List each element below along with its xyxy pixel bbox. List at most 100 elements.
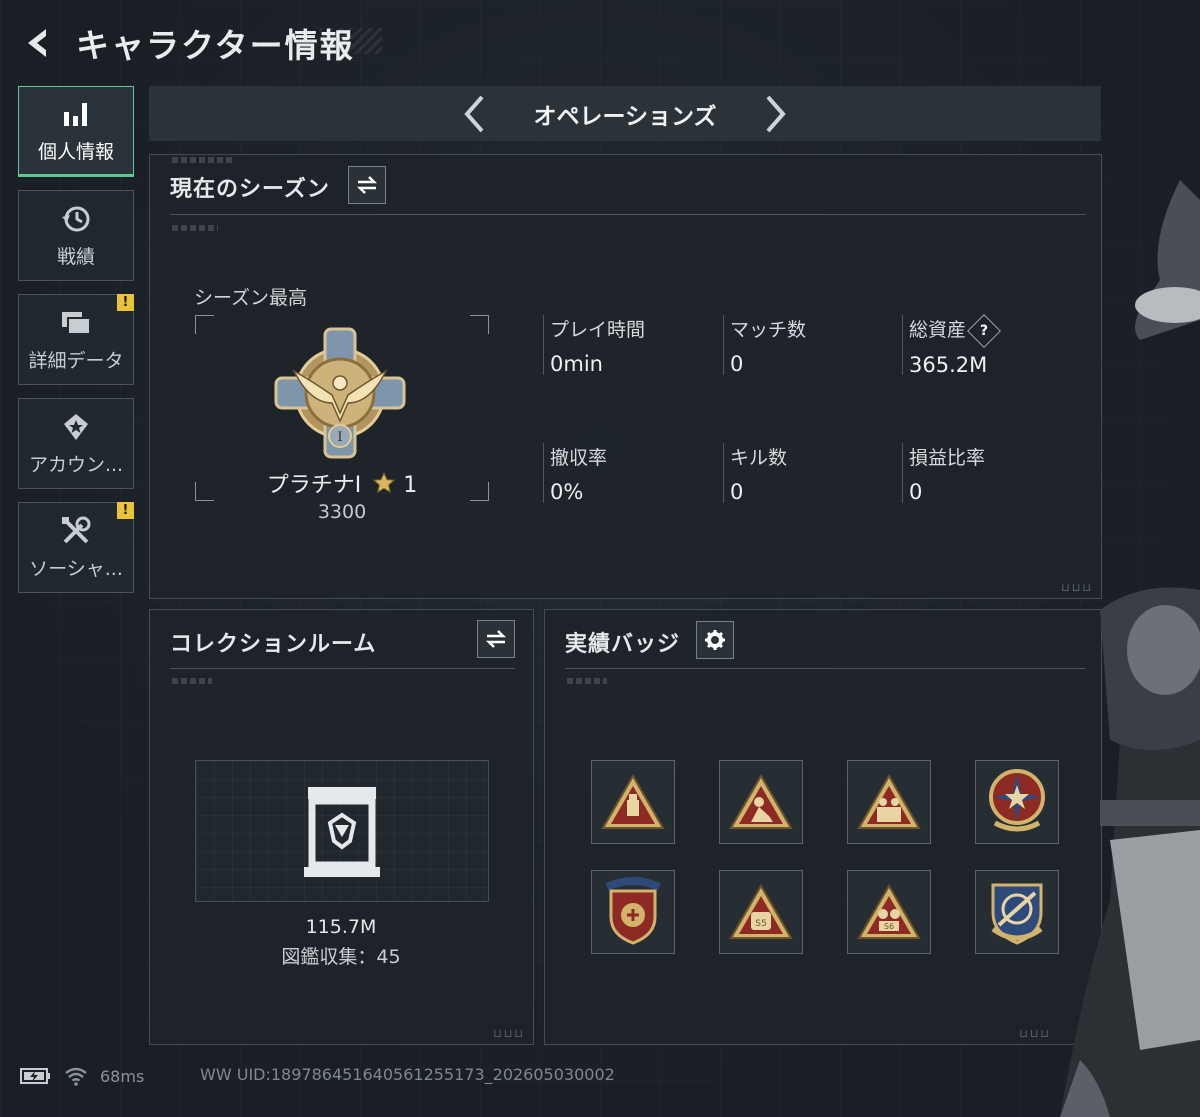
gold-star-icon <box>373 471 396 494</box>
wifi-icon <box>65 1067 87 1086</box>
stat-label: プレイ時間 <box>550 319 646 341</box>
collection-panel: コレクションルーム 115.7M 図鑑収集：45 ⊔⊔⊔ <box>149 609 534 1045</box>
swap-arrows-icon <box>356 176 378 194</box>
history-clock-icon <box>59 202 93 236</box>
divider <box>565 668 1085 669</box>
soldiers-triangle-badge-icon <box>857 773 921 829</box>
stat-matches: マッチ数 0 <box>723 315 807 376</box>
season-best-label: シーズン最高 <box>194 287 308 309</box>
rank-numeral: I <box>337 430 342 445</box>
panel-corner-mark: ⊔⊔⊔ <box>493 1027 525 1040</box>
stat-value: 0min <box>550 352 603 376</box>
ping-text: 68ms <box>100 1066 145 1086</box>
mortar-triangle-badge-icon <box>729 773 793 829</box>
stars-shield-badge-icon <box>605 877 661 945</box>
alert-badge: ! <box>117 502 134 519</box>
sidebar-item-label: 詳細データ <box>28 350 124 372</box>
mode-label: オペレーションズ <box>533 103 717 130</box>
stat-value: 0 <box>730 352 744 376</box>
wrench-tools-icon <box>59 514 93 548</box>
svg-text:S5: S5 <box>755 919 766 929</box>
season-title: 現在のシーズン <box>170 177 330 202</box>
rank-name-text: プラチナI <box>266 473 362 498</box>
collection-switch-button[interactable] <box>477 620 515 658</box>
stat-extraction-rate: 撤収率 0% <box>543 443 608 504</box>
sidebar-item-label: 個人情報 <box>37 141 114 163</box>
sidebar-item-label: ソーシャ... <box>29 558 123 580</box>
stat-total-assets: 総資産? 365.2M <box>902 313 1001 377</box>
swap-arrows-icon <box>485 630 507 648</box>
sidebar-item-account[interactable]: アカウン... <box>18 398 134 489</box>
deco-text <box>172 157 232 163</box>
collection-display[interactable] <box>195 760 489 902</box>
s6-triangle-badge-icon: S6 <box>857 883 921 939</box>
stat-label: 損益比率 <box>909 447 986 469</box>
back-button[interactable] <box>18 23 58 63</box>
badges-panel: 実績バッジ S5 S6 ⊔⊔⊔ <box>544 609 1102 1045</box>
stat-play-time: プレイ時間 0min <box>543 315 646 376</box>
help-icon[interactable]: ? <box>967 313 1001 348</box>
usb-triangle-badge-icon <box>601 773 665 829</box>
badge-settings-button[interactable] <box>696 621 734 659</box>
header-decoration <box>320 28 382 54</box>
sidebar-item-label: アカウン... <box>28 454 124 476</box>
next-mode-button[interactable] <box>755 94 795 134</box>
rank-name: プラチナI 1 <box>195 467 489 499</box>
status-bar: 68ms <box>20 1064 144 1088</box>
divider <box>170 668 515 669</box>
achievement-badge[interactable] <box>719 760 803 844</box>
uid-text: WW UID:1897864516405612551​73_2026050300… <box>200 1065 615 1084</box>
svg-text:S6: S6 <box>884 922 894 931</box>
stat-label: 総資産? <box>909 313 1001 348</box>
deco-text <box>172 225 218 231</box>
deco-text <box>567 678 607 684</box>
folder-stack-icon <box>59 306 93 340</box>
stat-value: 365.2M <box>909 352 988 377</box>
stat-profit-ratio: 損益比率 0 <box>902 443 986 504</box>
achievement-badge[interactable] <box>847 760 931 844</box>
chevron-right-icon <box>766 95 786 132</box>
mode-selector: オペレーションズ <box>149 86 1101 141</box>
collection-value: 115.7M <box>305 916 377 938</box>
character-silhouette-icon <box>1060 180 1200 1117</box>
gear-icon <box>705 630 725 650</box>
platinum-eagle-rank-icon: I <box>274 327 406 459</box>
stat-value: 0 <box>909 480 923 504</box>
rank-score: 3300 <box>317 501 367 523</box>
alert-badge: ! <box>117 294 134 311</box>
back-arrow-icon <box>28 29 46 57</box>
achievement-badge[interactable] <box>591 760 675 844</box>
stat-label: 撤収率 <box>550 447 608 469</box>
sidebar-item-detail-data[interactable]: ! 詳細データ <box>18 294 134 385</box>
sidebar-item-personal-info[interactable]: 個人情報 <box>18 86 134 177</box>
season-switch-button[interactable] <box>348 166 386 204</box>
sidebar-item-record[interactable]: 戦績 <box>18 190 134 281</box>
sidebar-item-label: 戦績 <box>56 246 95 268</box>
stat-value: 0 <box>730 480 744 504</box>
stat-label-text: 総資産 <box>909 319 967 341</box>
deco-text <box>172 678 212 684</box>
stat-label: キル数 <box>730 447 788 469</box>
collection-title: コレクションルーム <box>170 632 377 657</box>
stat-label: マッチ数 <box>730 319 807 341</box>
prev-mode-button[interactable] <box>455 94 495 134</box>
sidebar-item-social[interactable]: ! ソーシャ... <box>18 502 134 593</box>
season-panel: 現在のシーズン シーズン最高 I プラチナI 1 3300 プレイ時間 0min… <box>149 154 1102 599</box>
chevron-left-icon <box>464 95 484 132</box>
battery-charging-icon <box>20 1068 50 1084</box>
shield-star-icon <box>59 410 93 444</box>
achievement-badge[interactable] <box>591 870 675 954</box>
stat-value: 0% <box>550 480 584 504</box>
divider <box>170 214 1086 215</box>
s5-triangle-badge-icon: S5 <box>729 883 793 939</box>
achievement-badge[interactable]: S6 <box>847 870 931 954</box>
collection-count: 図鑑収集：45 <box>281 946 401 968</box>
rank-stars: 1 <box>403 473 418 498</box>
character-illustration <box>1040 180 1200 1117</box>
page-title: キャラクター情報 <box>76 26 355 65</box>
stat-kills: キル数 0 <box>723 443 788 504</box>
sidebar: 個人情報 戦績 ! 詳細データ アカウン... ! ソーシャ... <box>18 86 134 606</box>
display-case-icon <box>304 787 380 877</box>
bar-chart-icon <box>59 97 93 131</box>
achievement-badge[interactable]: S5 <box>719 870 803 954</box>
